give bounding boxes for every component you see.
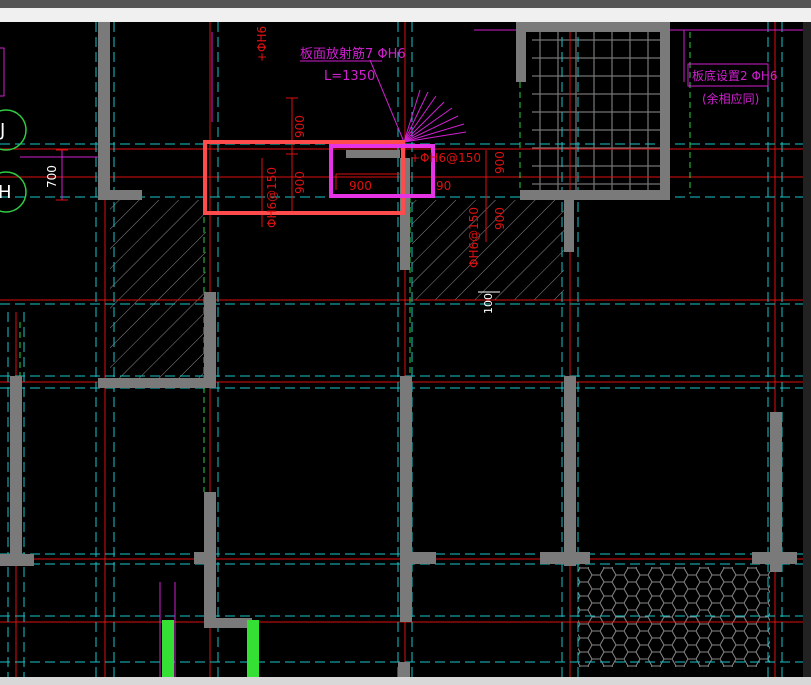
rebar-c-text: ΦH6@150: [467, 207, 481, 268]
title-bar: [0, 0, 811, 22]
right-scrollbar[interactable]: [803, 22, 811, 677]
tag-box-left: [0, 47, 5, 97]
hatch-area-center: [412, 200, 564, 300]
callout-length-text: L=1350: [324, 69, 375, 84]
drawing-svg: 板面放射筋7 ΦH6 L=1350 板底设置2 ΦH6 (余相应同) J H 7…: [0, 22, 811, 677]
cad-canvas[interactable]: 板面放射筋7 ΦH6 L=1350 板底设置2 ΦH6 (余相应同) J H 7…: [0, 22, 811, 677]
dim-900-a-text: 900: [293, 115, 307, 138]
window-frame: [0, 0, 811, 8]
dim-900-e-text: 900: [493, 207, 507, 230]
green-column-right: [247, 620, 259, 677]
grid-bubble-j-label: J: [0, 120, 5, 141]
callout-top-text: 板面放射筋7 ΦH6: [300, 46, 406, 62]
grid-area-top: [532, 32, 662, 190]
dim-900-c-text: 900: [349, 179, 372, 193]
dim-90-text: 90: [436, 179, 451, 193]
hatch-area-left: [110, 200, 206, 378]
callout-right-text: 板底设置2 ΦH6: [692, 68, 778, 83]
status-bar: [0, 677, 811, 685]
green-column-left: [162, 620, 174, 677]
grid-bubble-h-label: H: [0, 182, 12, 203]
hex-area-bottom: [578, 567, 770, 667]
dim-700-text: 700: [45, 165, 59, 188]
radial-rebar: [369, 59, 467, 143]
callout-right-sub-text: (余相应同): [702, 91, 759, 106]
rebar-a-text: ΦH6@150: [265, 167, 279, 228]
dim-900-b-text: 900: [293, 171, 307, 194]
rebar-b-text: +ΦH6@150: [410, 151, 481, 165]
dim-100-text: 100: [482, 293, 495, 314]
dim-900-d-text: 900: [493, 151, 507, 174]
rebar-top-text: +ΦH6: [255, 26, 269, 62]
